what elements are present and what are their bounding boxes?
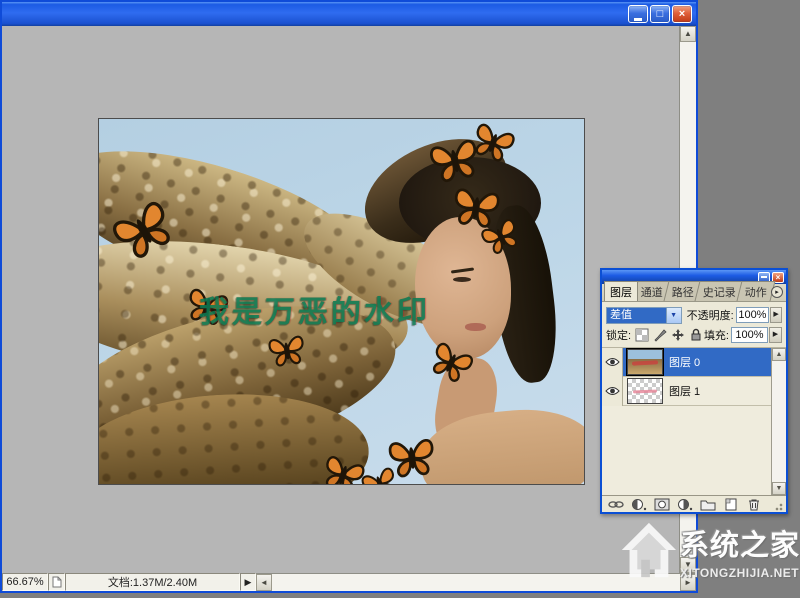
layer-row[interactable]: 图层 0 xyxy=(602,348,771,377)
adjustment-layer-icon[interactable] xyxy=(677,498,693,511)
tab-label: 通道 xyxy=(641,284,663,300)
image-watermark-text: 我是万恶的水印 xyxy=(199,287,430,331)
opacity-slider-button[interactable]: ▶ xyxy=(770,307,782,323)
fill-slider-button[interactable]: ▶ xyxy=(769,327,782,343)
photo-canvas[interactable]: 我是万恶的水印 xyxy=(98,118,585,485)
lock-label: 锁定: xyxy=(606,327,631,343)
tab-label: 图层 xyxy=(610,284,632,300)
status-bar: 66.67% 文档:1.37M/2.40M ▶ ◄ ► xyxy=(2,573,696,591)
lock-buttons xyxy=(635,328,703,342)
horizontal-scrollbar[interactable]: ◄ ► xyxy=(256,573,696,591)
status-menu-arrow[interactable]: ▶ xyxy=(240,573,256,591)
window-controls: □ × xyxy=(628,5,692,23)
scroll-right-button[interactable]: ► xyxy=(680,574,696,591)
layer-thumbnail[interactable] xyxy=(627,349,663,375)
layers-panel-footer xyxy=(602,495,786,512)
scroll-down-button[interactable]: ▼ xyxy=(680,557,696,573)
link-layers-icon[interactable] xyxy=(608,498,624,511)
canvas-area: 我是万恶的水印 ▲ ▼ xyxy=(2,26,696,573)
layer-thumbnail[interactable] xyxy=(627,378,663,404)
horizontal-scroll-track[interactable] xyxy=(272,574,680,591)
status-doc-icon xyxy=(48,573,65,591)
lock-transparency-icon[interactable] xyxy=(635,328,649,342)
panel-menu-button[interactable]: ▸ xyxy=(771,286,783,298)
layer-name: 图层 0 xyxy=(669,354,700,370)
layers-panel: × 图层 通道 路径 史记录 动作 ▸ 差值 ▼ 不透明度: 100% ▶ 锁定… xyxy=(600,268,788,514)
delete-layer-icon[interactable] xyxy=(746,498,762,511)
blend-mode-value: 差值 xyxy=(607,308,666,323)
maximize-icon: □ xyxy=(651,7,669,22)
tab-label: 路径 xyxy=(672,284,694,300)
document-size-info: 文档:1.37M/2.40M xyxy=(65,573,240,591)
layer-row[interactable]: 图层 1 xyxy=(602,377,771,406)
document-titlebar[interactable]: □ × xyxy=(2,2,696,26)
scroll-up-button[interactable]: ▲ xyxy=(680,26,696,42)
fill-label: 填充: xyxy=(704,327,729,343)
blend-mode-select[interactable]: 差值 ▼ xyxy=(606,307,682,324)
layers-list: 图层 0 图层 1 ▲ ▼ xyxy=(602,348,786,495)
zoom-level-field[interactable]: 66.67% xyxy=(2,573,48,591)
butterfly-icon xyxy=(265,330,310,371)
panel-tabs: 图层 通道 路径 史记录 动作 ▸ xyxy=(602,284,786,302)
eye-icon xyxy=(605,357,620,367)
new-group-icon[interactable] xyxy=(700,498,716,511)
panel-resize-grip[interactable] xyxy=(775,501,785,511)
tab-label: 史记录 xyxy=(703,284,736,300)
tab-label: 动作 xyxy=(745,284,767,300)
lips-shape xyxy=(465,323,486,331)
tab-actions[interactable]: 动作 xyxy=(737,281,776,301)
opacity-input[interactable]: 100% xyxy=(736,307,769,323)
scroll-left-button[interactable]: ◄ xyxy=(256,574,272,591)
fill-input[interactable]: 100% xyxy=(731,327,768,343)
maximize-button[interactable]: □ xyxy=(650,5,670,23)
eye-shape xyxy=(453,277,471,282)
new-layer-icon[interactable] xyxy=(723,498,739,511)
tab-layers[interactable]: 图层 xyxy=(604,281,638,301)
lock-position-icon[interactable] xyxy=(671,328,685,342)
opacity-label: 不透明度: xyxy=(687,307,734,323)
layers-scrollbar[interactable]: ▲ ▼ xyxy=(771,348,786,495)
visibility-toggle[interactable] xyxy=(602,377,623,406)
close-button[interactable]: × xyxy=(672,5,692,23)
layer-name: 图层 1 xyxy=(669,383,700,399)
scroll-up-button[interactable]: ▲ xyxy=(772,348,786,361)
chevron-down-icon[interactable]: ▼ xyxy=(666,308,681,323)
scroll-down-button[interactable]: ▼ xyxy=(772,482,786,495)
layer-style-icon[interactable] xyxy=(631,498,647,511)
page-icon xyxy=(52,576,62,588)
document-window: □ × xyxy=(0,0,698,593)
minimize-button[interactable] xyxy=(628,5,648,23)
layer-mask-icon[interactable] xyxy=(654,498,670,511)
lock-pixels-icon[interactable] xyxy=(653,328,667,342)
lock-all-icon[interactable] xyxy=(689,328,703,342)
close-icon: × xyxy=(673,7,691,22)
close-icon: × xyxy=(776,273,781,282)
visibility-toggle[interactable] xyxy=(602,348,623,377)
layers-panel-controls: 差值 ▼ 不透明度: 100% ▶ 锁定: xyxy=(602,302,786,348)
eye-icon xyxy=(605,386,620,396)
